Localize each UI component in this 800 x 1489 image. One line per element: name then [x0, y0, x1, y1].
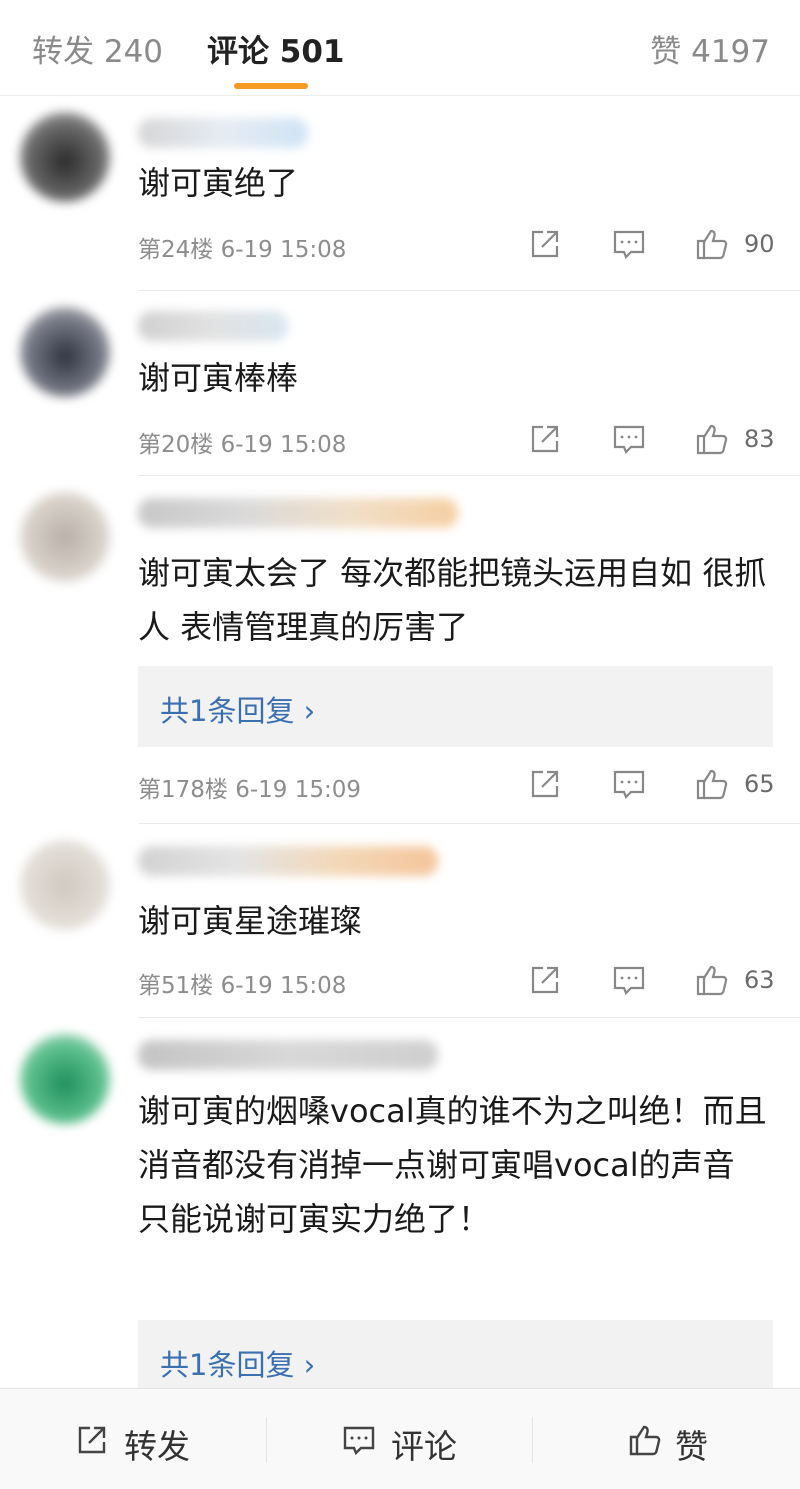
- comment-text: 谢可寅棒棒: [138, 359, 299, 397]
- comment-icon[interactable]: [611, 226, 647, 262]
- share-icon[interactable]: [527, 766, 563, 802]
- avatar[interactable]: [20, 1034, 110, 1124]
- comment-icon[interactable]: [611, 421, 647, 457]
- avatar[interactable]: [20, 840, 110, 930]
- like-count: 83: [744, 425, 775, 453]
- comment-text: 谢可寅绝了: [138, 164, 299, 202]
- tab-likes[interactable]: 赞 4197: [650, 26, 770, 71]
- like-count: 90: [744, 230, 775, 258]
- username-redacted[interactable]: [138, 118, 308, 148]
- comment-item: 谢可寅太会了 每次都能把镜头运用自如 很抓人 表情管理真的厉害了 共1条回复 ›…: [0, 476, 800, 824]
- thumb-up-icon[interactable]: [694, 962, 730, 998]
- comment-meta: 第51楼 6-19 15:08 63: [0, 962, 800, 1002]
- comment-item: 谢可寅绝了 第24楼 6-19 15:08 90: [0, 96, 800, 291]
- reply-preview[interactable]: 共1条回复 ›: [138, 666, 773, 747]
- comment-list[interactable]: 谢可寅绝了 第24楼 6-19 15:08 90 谢可寅棒棒 第20楼 6-19…: [0, 96, 800, 1388]
- share-icon[interactable]: [527, 226, 563, 262]
- like-count: 65: [744, 770, 775, 798]
- username-redacted[interactable]: [138, 846, 438, 876]
- repost-button[interactable]: 转发: [0, 1389, 266, 1489]
- reply-count-link[interactable]: 共1条回复 ›: [160, 1342, 315, 1384]
- thumb-up-icon[interactable]: [694, 421, 730, 457]
- username-redacted[interactable]: [138, 311, 288, 341]
- share-icon: [74, 1422, 110, 1458]
- like-count: 63: [744, 966, 775, 994]
- bottom-action-bar: 转发 评论 赞: [0, 1388, 800, 1489]
- comment-text: 谢可寅的烟嗓vocal真的谁不为之叫绝！而且消音都没有消掉一点谢可寅唱vocal…: [138, 1092, 767, 1238]
- comment-label: 评论: [391, 1427, 457, 1466]
- tab-bar: 转发 240 评论 501 赞 4197: [0, 0, 800, 96]
- comment-floor-time: 第24楼 6-19 15:08: [138, 237, 347, 263]
- active-tab-indicator: [234, 83, 308, 89]
- comment-meta: 第24楼 6-19 15:08 90: [0, 226, 800, 266]
- comment-meta: 第178楼 6-19 15:09 65: [0, 766, 800, 806]
- avatar[interactable]: [20, 492, 110, 582]
- comment-item: 谢可寅的烟嗓vocal真的谁不为之叫绝！而且消音都没有消掉一点谢可寅唱vocal…: [0, 1018, 800, 1388]
- comment-button[interactable]: 评论: [267, 1389, 533, 1489]
- comment-floor-time: 第20楼 6-19 15:08: [138, 432, 347, 458]
- tab-repost[interactable]: 转发 240: [32, 26, 163, 71]
- repost-label: 转发: [124, 1427, 190, 1466]
- share-icon[interactable]: [527, 962, 563, 998]
- thumb-up-icon[interactable]: [694, 766, 730, 802]
- thumb-up-icon: [627, 1422, 663, 1458]
- comment-text: 谢可寅太会了 每次都能把镜头运用自如 很抓人 表情管理真的厉害了: [138, 554, 767, 646]
- avatar[interactable]: [20, 307, 110, 397]
- like-button[interactable]: 赞: [533, 1389, 799, 1489]
- comment-icon: [341, 1422, 377, 1458]
- avatar[interactable]: [20, 112, 110, 202]
- comment-floor-time: 第51楼 6-19 15:08: [138, 973, 347, 999]
- username-redacted[interactable]: [138, 498, 458, 528]
- reply-count-link[interactable]: 共1条回复 ›: [160, 688, 315, 730]
- comment-item: 谢可寅星途璀璨 第51楼 6-19 15:08 63: [0, 824, 800, 1018]
- username-redacted[interactable]: [138, 1040, 438, 1070]
- like-label: 赞: [675, 1427, 708, 1466]
- comment-floor-time: 第178楼 6-19 15:09: [138, 777, 362, 803]
- thumb-up-icon[interactable]: [694, 226, 730, 262]
- comment-icon[interactable]: [611, 766, 647, 802]
- comment-meta: 第20楼 6-19 15:08 83: [0, 421, 800, 461]
- reply-preview[interactable]: 共1条回复 ›: [138, 1320, 773, 1388]
- comment-icon[interactable]: [611, 962, 647, 998]
- comment-text: 谢可寅星途璀璨: [138, 902, 363, 940]
- share-icon[interactable]: [527, 421, 563, 457]
- comment-item: 谢可寅棒棒 第20楼 6-19 15:08 83: [0, 291, 800, 476]
